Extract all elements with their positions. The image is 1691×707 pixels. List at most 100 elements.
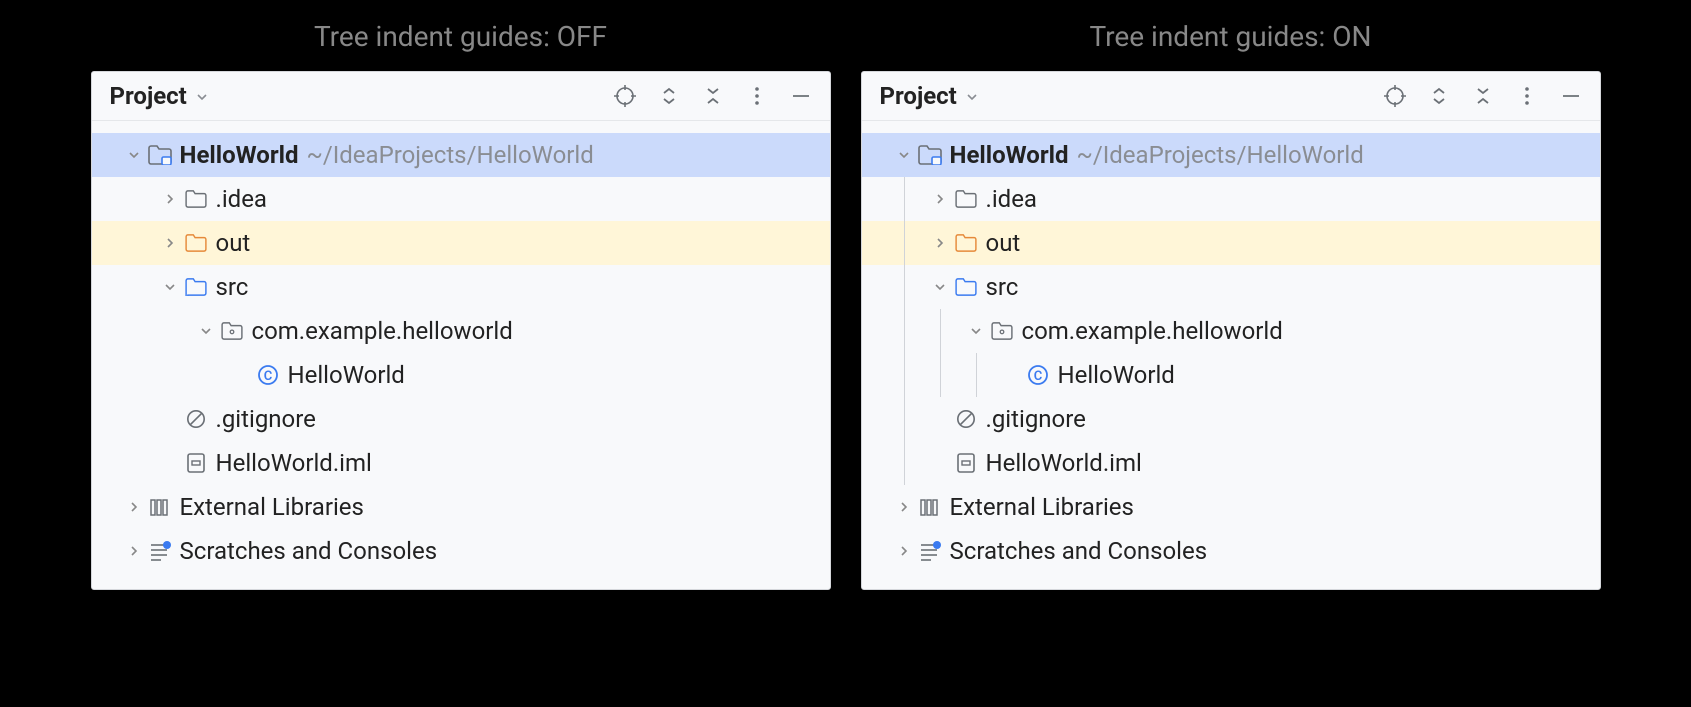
tree-item-label: HelloWorld [1058, 361, 1175, 389]
class-icon: C [1024, 364, 1052, 386]
chevron-down-icon[interactable] [122, 148, 146, 162]
tree-item-scratches[interactable]: Scratches and Consoles [92, 529, 830, 573]
target-icon[interactable] [1384, 85, 1406, 107]
indent-guide [904, 397, 905, 441]
folder-orange-icon [952, 234, 980, 252]
tree-item-iml[interactable]: HelloWorld.iml [862, 441, 1600, 485]
toolbar-actions [614, 85, 812, 107]
tree-item-src[interactable]: src [92, 265, 830, 309]
folder-orange-icon [182, 234, 210, 252]
tree-root-path: ~/IdeaProjects/HelloWorld [1077, 141, 1364, 169]
indent-guide [904, 309, 905, 353]
chevron-right-icon[interactable] [892, 500, 916, 514]
chevron-right-icon[interactable] [122, 500, 146, 514]
tree-item-package[interactable]: com.example.helloworld [862, 309, 1600, 353]
indent-guide [976, 353, 977, 397]
chevron-right-icon[interactable] [892, 544, 916, 558]
tree-item-label: HelloWorld [288, 361, 405, 389]
chevron-right-icon[interactable] [928, 236, 952, 250]
toolbar: Project [92, 72, 830, 121]
chevron-right-icon[interactable] [158, 192, 182, 206]
package-icon [988, 322, 1016, 340]
chevron-down-icon[interactable] [892, 148, 916, 162]
tree-item-label: Scratches and Consoles [180, 537, 438, 565]
tree-item-idea[interactable]: .idea [92, 177, 830, 221]
tree-item-label: out [216, 229, 251, 257]
more-icon[interactable] [746, 85, 768, 107]
project-folder-icon [146, 145, 174, 165]
chevron-right-icon[interactable] [928, 192, 952, 206]
panel-left: Tree indent guides: OFF Project [91, 20, 831, 590]
caption-right: Tree indent guides: ON [1089, 20, 1371, 53]
chevron-down-icon [195, 82, 209, 110]
minimize-icon[interactable] [790, 85, 812, 107]
tree-item-gitignore[interactable]: .gitignore [92, 397, 830, 441]
tree-item-src[interactable]: src [862, 265, 1600, 309]
tree-item-scratches[interactable]: Scratches and Consoles [862, 529, 1600, 573]
ignore-icon [952, 409, 980, 429]
tree: HelloWorld ~/IdeaProjects/HelloWorld .id… [92, 121, 830, 589]
tree-root-path: ~/IdeaProjects/HelloWorld [307, 141, 594, 169]
folder-icon [182, 190, 210, 208]
chevron-down-icon[interactable] [964, 324, 988, 338]
indent-guide [904, 265, 905, 309]
svg-text:C: C [1033, 369, 1042, 384]
expand-icon[interactable] [658, 85, 680, 107]
tree-item-idea[interactable]: .idea [862, 177, 1600, 221]
tree-item-label: External Libraries [950, 493, 1134, 521]
tree: HelloWorld ~/IdeaProjects/HelloWorld .id… [862, 121, 1600, 589]
toolbar-title[interactable]: Project [880, 82, 979, 110]
project-panel: Project [861, 71, 1601, 590]
target-icon[interactable] [614, 85, 636, 107]
tree-item-package[interactable]: com.example.helloworld [92, 309, 830, 353]
scratches-icon [916, 541, 944, 561]
tree-item-out[interactable]: out [862, 221, 1600, 265]
tree-root[interactable]: HelloWorld ~/IdeaProjects/HelloWorld [92, 133, 830, 177]
tree-item-class[interactable]: C HelloWorld [862, 353, 1600, 397]
toolbar-title[interactable]: Project [110, 82, 209, 110]
indent-guide [904, 441, 905, 485]
chevron-down-icon [965, 82, 979, 110]
tree-item-iml[interactable]: HelloWorld.iml [92, 441, 830, 485]
indent-guide [904, 353, 905, 397]
scratches-icon [146, 541, 174, 561]
ignore-icon [182, 409, 210, 429]
chevron-right-icon[interactable] [158, 236, 182, 250]
class-icon: C [254, 364, 282, 386]
toolbar: Project [862, 72, 1600, 121]
caption-left: Tree indent guides: OFF [314, 20, 607, 53]
tree-item-label: src [216, 273, 249, 301]
folder-icon [952, 190, 980, 208]
toolbar-title-text: Project [880, 82, 957, 110]
indent-guide [940, 309, 941, 353]
chevron-down-icon[interactable] [194, 324, 218, 338]
tree-root[interactable]: HelloWorld ~/IdeaProjects/HelloWorld [862, 133, 1600, 177]
tree-item-label: com.example.helloworld [252, 317, 513, 345]
chevron-right-icon[interactable] [122, 544, 146, 558]
library-icon [146, 497, 174, 517]
indent-guide [904, 221, 905, 265]
expand-icon[interactable] [1428, 85, 1450, 107]
toolbar-actions [1384, 85, 1582, 107]
minimize-icon[interactable] [1560, 85, 1582, 107]
panel-right: Tree indent guides: ON Project [861, 20, 1601, 590]
tree-item-out[interactable]: out [92, 221, 830, 265]
collapse-icon[interactable] [1472, 85, 1494, 107]
library-icon [916, 497, 944, 517]
folder-blue-icon [182, 278, 210, 296]
tree-item-label: External Libraries [180, 493, 364, 521]
tree-item-label: .idea [216, 185, 267, 213]
chevron-down-icon[interactable] [928, 280, 952, 294]
tree-item-gitignore[interactable]: .gitignore [862, 397, 1600, 441]
project-panel: Project [91, 71, 831, 590]
svg-text:C: C [263, 369, 272, 384]
indent-guide [904, 177, 905, 221]
chevron-down-icon[interactable] [158, 280, 182, 294]
more-icon[interactable] [1516, 85, 1538, 107]
indent-guide [940, 353, 941, 397]
tree-item-class[interactable]: C HelloWorld [92, 353, 830, 397]
tree-item-external-libs[interactable]: External Libraries [92, 485, 830, 529]
tree-item-label: .idea [986, 185, 1037, 213]
collapse-icon[interactable] [702, 85, 724, 107]
tree-item-external-libs[interactable]: External Libraries [862, 485, 1600, 529]
